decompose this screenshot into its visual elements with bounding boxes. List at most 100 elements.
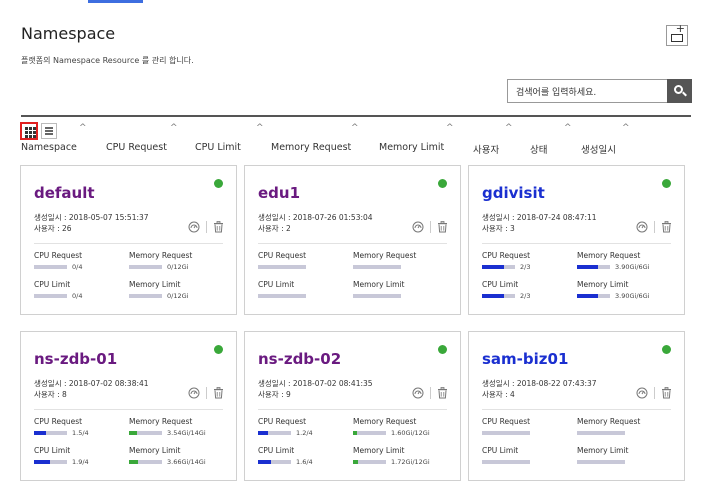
cpu-limit-label: CPU Limit [258,280,295,289]
namespace-name[interactable]: ns-zdb-01 [34,350,117,368]
sort-namespace[interactable]: Namespace [21,142,77,153]
created-at: 생성일시 : 2018-07-26 01:53:04 [258,213,373,222]
trash-icon[interactable] [661,387,672,399]
namespace-card[interactable]: gdivisit 생성일시 : 2018-07-24 08:47:11 사용자 : … [468,165,685,315]
memory-request-bar [353,431,386,435]
search-input[interactable]: 검색어를 입력하세요. [507,79,667,103]
namespace-card[interactable]: ns-zdb-01 생성일시 : 2018-07-02 08:38:41 사용자 :… [20,331,237,481]
cpu-request-bar [482,265,515,269]
user-count: 사용자 : 26 [34,224,72,233]
cpu-request-value: 1.2/4 [296,429,313,437]
sort-cpu-request[interactable]: CPU Request [106,142,167,153]
created-at: 생성일시 : 2018-07-24 08:47:11 [482,213,597,222]
active-tab-indicator [88,0,143,3]
namespace-card[interactable]: default 생성일시 : 2018-05-07 15:51:37 사용자 : 2… [20,165,237,315]
gauge-icon[interactable] [636,387,648,399]
memory-request-bar [129,431,162,435]
cpu-limit-bar [34,294,67,298]
memory-request-value: 3.90Gi/6Gi [615,263,650,271]
icon-separator [206,387,207,399]
gauge-icon[interactable] [188,387,200,399]
namespace-card[interactable]: edu1 생성일시 : 2018-07-26 01:53:04 사용자 : 2 CPU… [244,165,461,315]
memory-limit-value: 3.90Gi/6Gi [615,292,650,300]
sort-status[interactable]: 상태 [530,142,547,156]
memory-request-bar [353,265,401,269]
add-namespace-button[interactable]: + [666,23,688,46]
trash-icon[interactable] [437,387,448,399]
memory-limit-bar [129,294,162,298]
memory-request-label: Memory Request [577,251,641,260]
cpu-limit-bar [482,460,530,464]
namespace-name[interactable]: ns-zdb-02 [258,350,341,368]
namespace-card[interactable]: sam-biz01 생성일시 : 2018-08-22 07:43:37 사용자 :… [468,331,685,481]
namespace-name[interactable]: edu1 [258,184,300,202]
gauge-icon[interactable] [188,221,200,233]
sort-created[interactable]: 생성일시 [581,142,616,156]
gauge-icon[interactable] [412,221,424,233]
cpu-request-bar [34,431,67,435]
divider [21,115,691,117]
memory-request-bar [129,265,162,269]
sort-cpu-limit-caret[interactable]: ^ [256,123,264,133]
sort-memory-limit-caret[interactable]: ^ [446,123,454,133]
memory-request-bar [577,265,610,269]
cpu-request-bar [34,265,67,269]
cpu-limit-label: CPU Limit [258,446,295,455]
memory-request-label: Memory Request [129,417,193,426]
status-indicator [662,345,671,354]
sort-memory-request[interactable]: Memory Request [271,142,351,153]
memory-request-label: Memory Request [577,417,641,426]
list-view-button[interactable] [41,123,57,139]
status-indicator [662,179,671,188]
memory-limit-bar [577,460,625,464]
memory-limit-bar [353,294,401,298]
card-divider [34,243,223,244]
sort-namespace-caret[interactable]: ^ [79,123,87,133]
page-title: Namespace [21,24,116,43]
cpu-request-label: CPU Request [482,417,531,426]
namespace-card[interactable]: ns-zdb-02 생성일시 : 2018-07-02 08:41:35 사용자 :… [244,331,461,481]
cpu-request-label: CPU Request [482,251,531,260]
sort-users-caret[interactable]: ^ [505,123,513,133]
trash-icon[interactable] [213,221,224,233]
sort-cpu-limit[interactable]: CPU Limit [195,142,241,153]
cpu-limit-bar [34,460,67,464]
icon-separator [206,221,207,233]
memory-limit-bar [129,460,162,464]
icon-separator [430,387,431,399]
sort-memory-request-caret[interactable]: ^ [351,123,359,133]
trash-icon[interactable] [213,387,224,399]
gauge-icon[interactable] [636,221,648,233]
created-at: 생성일시 : 2018-08-22 07:43:37 [482,379,597,388]
gauge-icon[interactable] [412,387,424,399]
sort-created-caret[interactable]: ^ [622,123,630,133]
cpu-limit-bar [258,460,291,464]
namespace-name[interactable]: default [34,184,95,202]
sort-memory-limit[interactable]: Memory Limit [379,142,444,153]
icon-separator [430,221,431,233]
cpu-request-label: CPU Request [34,251,83,260]
status-indicator [438,345,447,354]
memory-request-label: Memory Request [353,417,417,426]
namespace-name[interactable]: sam-biz01 [482,350,568,368]
card-divider [482,243,671,244]
card-divider [258,243,447,244]
memory-limit-label: Memory Limit [353,446,405,455]
memory-limit-label: Memory Limit [129,446,181,455]
card-divider [258,409,447,410]
memory-limit-bar [577,294,610,298]
sort-status-caret[interactable]: ^ [564,123,572,133]
memory-request-label: Memory Request [129,251,193,260]
memory-limit-label: Memory Limit [353,280,405,289]
namespace-name[interactable]: gdivisit [482,184,545,202]
trash-icon[interactable] [437,221,448,233]
user-count: 사용자 : 3 [482,224,515,233]
cpu-request-bar [482,431,530,435]
search-button[interactable] [667,79,692,103]
sort-users[interactable]: 사용자 [473,142,499,156]
trash-icon[interactable] [661,221,672,233]
cpu-request-label: CPU Request [258,251,307,260]
status-indicator [438,179,447,188]
sort-cpu-request-caret[interactable]: ^ [170,123,178,133]
grid-view-button[interactable] [20,122,38,140]
